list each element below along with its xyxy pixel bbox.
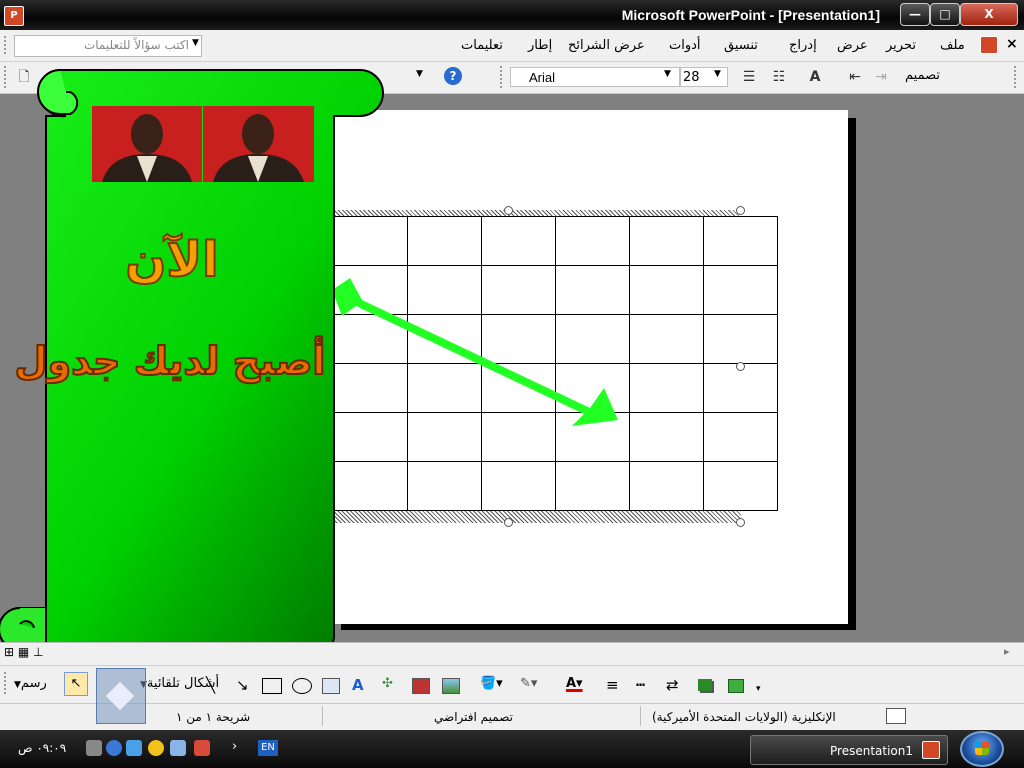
rectangle-tool-icon[interactable] xyxy=(262,678,282,694)
portrait-photo-left[interactable] xyxy=(92,106,202,182)
arrow-tool-icon[interactable]: ↘ xyxy=(236,676,249,694)
draw-menu-button[interactable]: ▼رسم xyxy=(14,676,47,691)
scroll-right-arrow[interactable]: ▸ xyxy=(1004,645,1010,658)
oval-tool-icon[interactable] xyxy=(292,678,312,694)
tray-connection-icon[interactable] xyxy=(194,740,210,756)
diagram-icon[interactable]: ✣ xyxy=(382,676,393,691)
drawing-toolbar-grip[interactable] xyxy=(4,672,9,694)
status-divider xyxy=(322,706,323,726)
view-bar xyxy=(0,642,1024,665)
view-buttons[interactable]: ⊞ ▦ ⊥ xyxy=(4,645,43,659)
draw-menu-label: رسم xyxy=(20,676,47,691)
status-design: تصميم افتراضي xyxy=(434,710,513,724)
wordart-icon[interactable]: A xyxy=(352,676,364,694)
line-style-icon[interactable]: ≡ xyxy=(606,676,619,694)
portrait-photo-right[interactable] xyxy=(203,106,314,182)
tray-messenger-icon[interactable] xyxy=(148,740,164,756)
line-color-icon[interactable]: ✎▾ xyxy=(520,676,537,691)
shadow-style-icon[interactable] xyxy=(698,679,712,691)
font-color-icon[interactable]: A▾ xyxy=(566,676,583,691)
tray-devices-icon[interactable] xyxy=(170,740,186,756)
tray-update-icon[interactable] xyxy=(106,740,122,756)
status-divider xyxy=(640,706,641,726)
clipart-icon[interactable] xyxy=(412,678,430,694)
spelling-icon[interactable] xyxy=(886,708,906,724)
line-tool-icon[interactable]: ╲ xyxy=(206,676,215,694)
textbox-tool-icon[interactable] xyxy=(322,678,340,694)
headline-text-1: الآن xyxy=(125,232,218,288)
select-objects-icon[interactable]: ↖ xyxy=(64,672,88,696)
status-slide-info: شريحة ١ من ١ xyxy=(176,710,251,724)
3d-style-icon[interactable] xyxy=(728,679,744,693)
insert-picture-icon[interactable] xyxy=(442,678,460,694)
powerpoint-task-icon xyxy=(922,741,940,759)
taskbar-presentation-button[interactable]: Presentation1 xyxy=(750,735,948,765)
taskbar-clock[interactable]: ٠٩:٠٩ ص xyxy=(18,741,66,755)
fill-color-icon[interactable]: 🪣▾ xyxy=(480,676,503,691)
language-badge[interactable]: EN xyxy=(258,740,278,756)
headline-text-2: أصبح لديك جدول xyxy=(15,336,326,384)
toolbar-options-arrow[interactable]: ▾ xyxy=(756,684,761,694)
tray-expand-icon[interactable]: › xyxy=(232,739,237,754)
tray-network-icon[interactable] xyxy=(86,740,102,756)
dash-style-icon[interactable]: ┅ xyxy=(636,676,645,694)
windows-logo-icon xyxy=(975,741,989,755)
status-language: الإنكليزية (الولايات المتحدة الأميركية) xyxy=(652,710,836,724)
arrow-style-icon[interactable]: ⇄ xyxy=(666,676,679,694)
tray-app-icon[interactable] xyxy=(126,740,142,756)
